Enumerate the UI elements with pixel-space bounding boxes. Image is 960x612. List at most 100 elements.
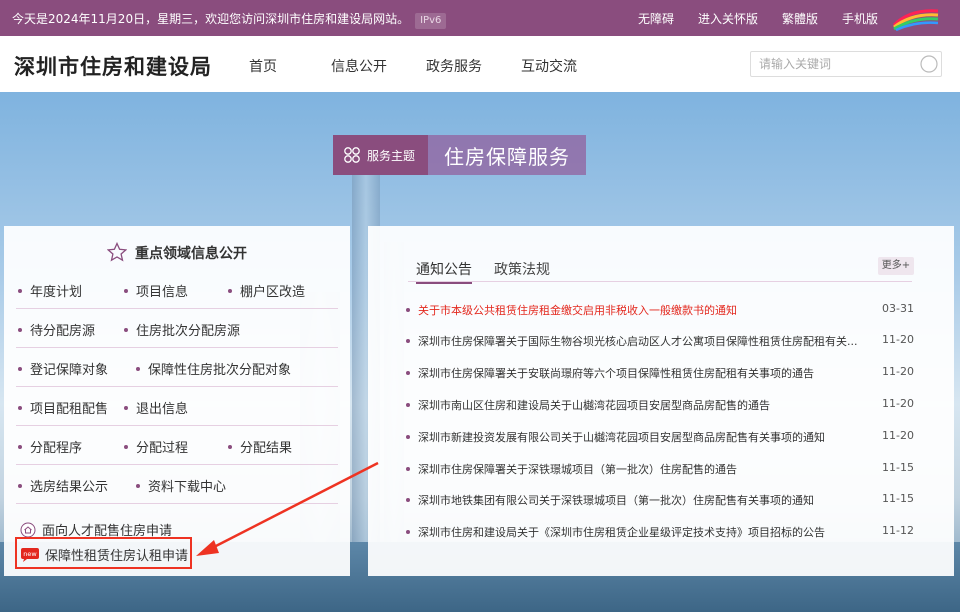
welcome-message: 今天是2024年11月20日，星期三，欢迎您访问深圳市住房和建设局网站。 — [12, 12, 410, 26]
news-date: 11-15 — [882, 492, 914, 505]
news-title: 深圳市南山区住房和建设局关于山樾湾花园项目安居型商品房配售的通告 — [418, 399, 770, 412]
link-label: 退出信息 — [136, 402, 189, 417]
tab-divider — [408, 281, 912, 282]
theme-name: 住房保障服务 — [428, 135, 586, 175]
traditional-chinese-link[interactable]: 繁體版 — [782, 10, 818, 27]
care-mode-link[interactable]: 进入关怀版 — [698, 10, 758, 27]
link-label: 项目配租配售 — [30, 402, 109, 417]
link-allocation-procedure[interactable]: 分配程序 — [18, 437, 82, 456]
search-input[interactable] — [759, 56, 909, 72]
link-label: 分配过程 — [136, 441, 189, 456]
top-bar: 今天是2024年11月20日，星期三，欢迎您访问深圳市住房和建设局网站。 IPv6… — [0, 0, 960, 36]
highlight-box — [15, 537, 192, 569]
news-title: 深圳市住房保障署关于安联尚璟府等六个项目保障性租赁住房配租有关事项的通告 — [418, 367, 814, 380]
link-row: 选房结果公示 资料下载中心 — [16, 465, 338, 504]
service-theme-banner: 服务主题 住房保障服务 — [333, 135, 586, 175]
news-date: 11-20 — [882, 397, 914, 410]
bullet-dot — [18, 484, 22, 488]
news-item[interactable]: 深圳市新建投资发展有限公司关于山樾湾花园项目安居型商品房配售有关事项的通知 11-… — [406, 429, 916, 449]
news-item[interactable]: 深圳市住房保障署关于安联尚璟府等六个项目保障性租赁住房配租有关事项的通告 11-2… — [406, 365, 916, 385]
main-nav: 首页 信息公开 政务服务 互动交流 — [249, 56, 577, 76]
link-pending-housing[interactable]: 待分配房源 — [18, 320, 95, 339]
news-date: 11-20 — [882, 429, 914, 442]
link-row: 登记保障对象 保障性住房批次分配对象 — [16, 348, 338, 387]
link-row: 年度计划 项目信息 棚户区改造 — [16, 270, 338, 309]
news-item[interactable]: 深圳市住房和建设局关于《深圳市住房租赁企业星级评定技术支持》项目招标的公告 11-… — [406, 524, 916, 544]
grid-icon — [344, 147, 360, 163]
news-item[interactable]: 深圳市南山区住房和建设局关于山樾湾花园项目安居型商品房配售的通告 11-20 — [406, 397, 916, 417]
link-allocation-process[interactable]: 分配过程 — [124, 437, 188, 456]
news-title: 深圳市新建投资发展有限公司关于山樾湾花园项目安居型商品房配售有关事项的通知 — [418, 431, 825, 444]
link-batch-recipients[interactable]: 保障性住房批次分配对象 — [136, 359, 291, 378]
key-areas-panel: 重点领域信息公开 年度计划 项目信息 棚户区改造 待分配房源 住房批次分配房源 … — [4, 226, 350, 576]
link-batch-housing[interactable]: 住房批次分配房源 — [124, 320, 240, 339]
nav-info-disclosure[interactable]: 信息公开 — [331, 56, 426, 76]
news-title: 深圳市住房保障署关于深铁璟城项目（第一批次）住房配售的通告 — [418, 463, 737, 476]
bullet-dot — [124, 445, 128, 449]
link-label: 保障性住房批次分配对象 — [148, 363, 292, 378]
bullet-dot — [18, 445, 22, 449]
link-row: 分配程序 分配过程 分配结果 — [16, 426, 338, 465]
link-label: 分配程序 — [30, 441, 83, 456]
news-item[interactable]: 关于市本级公共租赁住房租金缴交启用非税收入一般缴款书的通知 03-31 — [406, 302, 916, 322]
news-item[interactable]: 深圳市住房保障署关于深铁璟城项目（第一批次）住房配售的通告 11-15 — [406, 461, 916, 481]
bullet-dot — [18, 367, 22, 371]
mobile-version-link[interactable]: 手机版 — [842, 10, 878, 27]
link-label: 住房批次分配房源 — [136, 324, 241, 339]
accessibility-link[interactable]: 无障碍 — [638, 10, 674, 27]
house-icon — [20, 522, 36, 538]
bullet-dot — [406, 308, 410, 312]
link-label: 年度计划 — [30, 285, 83, 300]
ipv6-badge: IPv6 — [415, 13, 447, 29]
bullet-dot — [406, 371, 410, 375]
news-title: 关于市本级公共租赁住房租金缴交启用非税收入一般缴款书的通知 — [418, 304, 737, 317]
news-item[interactable]: 深圳市住房保障署关于国际生物谷坝光核心启动区人才公寓项目保障性租赁住房配租有关.… — [406, 333, 916, 353]
bullet-dot — [124, 289, 128, 293]
star-icon — [107, 242, 127, 262]
search-icon[interactable] — [919, 54, 939, 74]
link-label: 分配结果 — [240, 441, 293, 456]
bullet-dot — [136, 484, 140, 488]
bullet-dot — [124, 406, 128, 410]
link-registered-recipients[interactable]: 登记保障对象 — [18, 359, 108, 378]
link-exit-info[interactable]: 退出信息 — [124, 398, 188, 417]
rainbow-logo-icon[interactable] — [890, 5, 942, 31]
top-links: 无障碍 进入关怀版 繁體版 手机版 — [638, 10, 878, 27]
panel-title: 重点领域信息公开 — [135, 246, 247, 262]
link-label: 项目信息 — [136, 285, 189, 300]
link-shantytown-renovation[interactable]: 棚户区改造 — [228, 281, 305, 300]
site-header: 深圳市住房和建设局 首页 信息公开 政务服务 互动交流 — [0, 36, 960, 92]
news-date: 11-20 — [882, 365, 914, 378]
link-label: 登记保障对象 — [30, 363, 109, 378]
link-project-info[interactable]: 项目信息 — [124, 281, 188, 300]
news-date: 03-31 — [882, 302, 914, 315]
link-project-allocation[interactable]: 项目配租配售 — [18, 398, 108, 417]
bullet-dot — [124, 328, 128, 332]
link-label: 棚户区改造 — [240, 285, 306, 300]
nav-government-services[interactable]: 政务服务 — [426, 56, 521, 76]
bullet-dot — [406, 403, 410, 407]
news-date: 11-20 — [882, 333, 914, 346]
link-label: 待分配房源 — [30, 324, 96, 339]
link-download-center[interactable]: 资料下载中心 — [136, 476, 226, 495]
bullet-dot — [18, 406, 22, 410]
bullet-dot — [228, 445, 232, 449]
panel-heading: 重点领域信息公开 — [4, 242, 350, 263]
bullet-dot — [18, 289, 22, 293]
link-selection-results[interactable]: 选房结果公示 — [18, 476, 108, 495]
news-title: 深圳市住房和建设局关于《深圳市住房租赁企业星级评定技术支持》项目招标的公告 — [418, 526, 825, 539]
news-item[interactable]: 深圳市地铁集团有限公司关于深铁璟城项目（第一批次）住房配售有关事项的通知 11-1… — [406, 492, 916, 512]
nav-home[interactable]: 首页 — [249, 56, 331, 76]
bullet-dot — [18, 328, 22, 332]
link-row: 待分配房源 住房批次分配房源 — [16, 309, 338, 348]
link-annual-plan[interactable]: 年度计划 — [18, 281, 82, 300]
bullet-dot — [228, 289, 232, 293]
nav-interaction[interactable]: 互动交流 — [521, 56, 577, 76]
bullet-dot — [406, 530, 410, 534]
link-allocation-result[interactable]: 分配结果 — [228, 437, 292, 456]
site-title[interactable]: 深圳市住房和建设局 — [14, 51, 212, 81]
search-box — [750, 51, 942, 77]
bullet-dot — [406, 435, 410, 439]
bullet-dot — [136, 367, 140, 371]
more-button[interactable]: 更多+ — [878, 257, 914, 275]
